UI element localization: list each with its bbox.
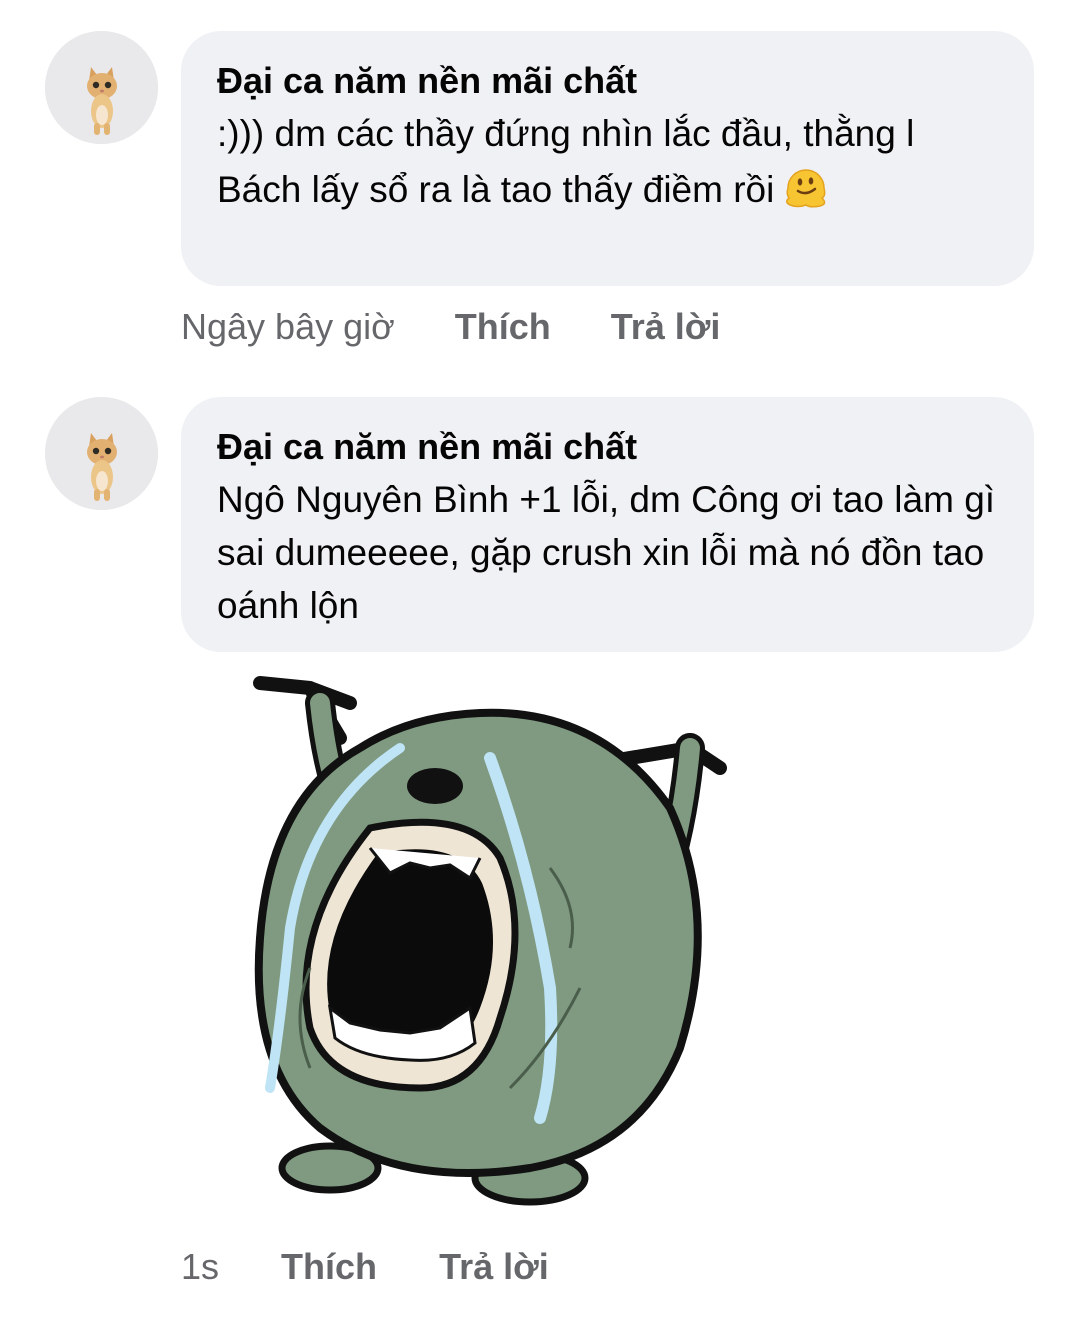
comment-meta: Ngây bây giờ Thích Trả lời — [181, 305, 720, 349]
comment-timestamp: 1s — [181, 1246, 220, 1287]
reply-button[interactable]: Trả lời — [439, 1245, 549, 1289]
crying-green-blob-sticker-icon — [253, 676, 727, 1206]
comment-meta: 1s Thích Trả lời — [181, 1245, 549, 1289]
kitten-avatar-icon — [45, 31, 158, 144]
avatar[interactable] — [45, 397, 158, 510]
comment-bubble[interactable]: Đại ca năm nền mãi chất :))) dm các thầy… — [181, 31, 1034, 286]
avatar[interactable] — [45, 31, 158, 144]
comment-text: :))) dm các thầy đứng nhìn lắc đầu, thằn… — [217, 113, 915, 210]
comment-bubble[interactable]: Đại ca năm nền mãi chất Ngô Nguyên Bình … — [181, 397, 1034, 652]
sticker-image[interactable] — [250, 668, 740, 1218]
comment-author[interactable]: Đại ca năm nền mãi chất — [217, 425, 998, 469]
melting-face-emoji-icon — [786, 169, 826, 208]
like-button[interactable]: Thích — [455, 305, 551, 349]
like-button[interactable]: Thích — [281, 1245, 377, 1289]
comment-author[interactable]: Đại ca năm nền mãi chất — [217, 59, 998, 103]
comment-timestamp: Ngây bây giờ — [181, 306, 395, 347]
comment-text: Ngô Nguyên Bình +1 lỗi, dm Công ơi tao l… — [217, 479, 996, 626]
reply-button[interactable]: Trả lời — [611, 305, 721, 349]
kitten-avatar-icon — [45, 397, 158, 510]
